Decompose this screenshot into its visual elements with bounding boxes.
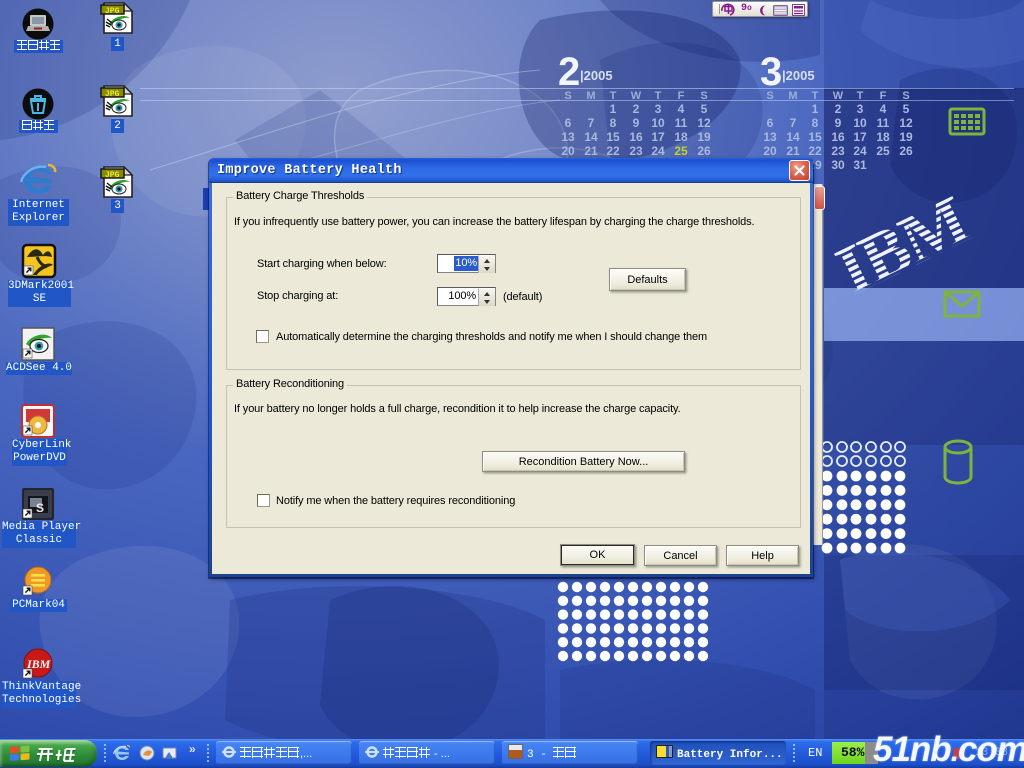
svg-text:15: 15 <box>808 130 822 144</box>
svg-text:30: 30 <box>831 158 845 172</box>
svg-text:13: 13 <box>763 130 777 144</box>
svg-text:|2005: |2005 <box>580 68 613 83</box>
svg-text:3: 3 <box>857 102 864 116</box>
svg-text:25: 25 <box>674 144 688 158</box>
svg-text:22: 22 <box>808 144 822 158</box>
svg-text:S: S <box>36 501 44 515</box>
svg-text:18: 18 <box>674 130 688 144</box>
svg-text:6: 6 <box>565 116 572 130</box>
svg-text:4: 4 <box>678 102 685 116</box>
svg-text:2: 2 <box>633 102 640 116</box>
svg-text:M: M <box>788 90 797 102</box>
svg-text:S: S <box>902 90 909 102</box>
svg-text:|2005: |2005 <box>782 68 815 83</box>
svg-text:6: 6 <box>767 116 774 130</box>
svg-text:24: 24 <box>651 144 665 158</box>
svg-text:T: T <box>812 90 819 102</box>
svg-text:14: 14 <box>584 130 598 144</box>
svg-text:15: 15 <box>606 130 620 144</box>
svg-text:3: 3 <box>655 102 662 116</box>
svg-text:8: 8 <box>812 116 819 130</box>
svg-text:19: 19 <box>697 130 711 144</box>
svg-text:W: W <box>833 90 844 102</box>
svg-text:21: 21 <box>584 144 598 158</box>
svg-text:10: 10 <box>651 116 665 130</box>
svg-text:1: 1 <box>812 102 819 116</box>
svg-text:11: 11 <box>877 116 890 130</box>
svg-text:17: 17 <box>853 130 867 144</box>
svg-text:S: S <box>700 90 707 102</box>
svg-text:23: 23 <box>629 144 643 158</box>
svg-text:11: 11 <box>675 116 688 130</box>
svg-text:19: 19 <box>899 130 913 144</box>
svg-text:T: T <box>857 90 864 102</box>
svg-text:16: 16 <box>831 130 845 144</box>
svg-text:S: S <box>564 90 571 102</box>
svg-text:F: F <box>880 90 887 102</box>
svg-text:9: 9 <box>835 116 842 130</box>
svg-text:2: 2 <box>558 50 580 94</box>
svg-text:8: 8 <box>610 116 617 130</box>
svg-text:26: 26 <box>899 144 913 158</box>
svg-text:1: 1 <box>610 102 617 116</box>
svg-text:23: 23 <box>831 144 845 158</box>
svg-text:21: 21 <box>786 144 800 158</box>
svg-text:9: 9 <box>633 116 640 130</box>
svg-text:16: 16 <box>629 130 643 144</box>
svg-text:13: 13 <box>561 130 575 144</box>
svg-text:5: 5 <box>701 102 708 116</box>
svg-text:5: 5 <box>903 102 910 116</box>
svg-text:7: 7 <box>790 116 797 130</box>
svg-text:3: 3 <box>760 50 782 94</box>
svg-text:22: 22 <box>606 144 620 158</box>
svg-text:T: T <box>655 90 662 102</box>
svg-text:24: 24 <box>853 144 867 158</box>
svg-text:T: T <box>610 90 617 102</box>
svg-text:20: 20 <box>763 144 777 158</box>
svg-text:12: 12 <box>899 116 913 130</box>
svg-text:M: M <box>586 90 595 102</box>
svg-text:25: 25 <box>876 144 890 158</box>
svg-text:31: 31 <box>853 158 867 172</box>
svg-text:S: S <box>766 90 773 102</box>
svg-text:12: 12 <box>697 116 711 130</box>
svg-text:18: 18 <box>876 130 890 144</box>
svg-text:4: 4 <box>880 102 887 116</box>
svg-text:2: 2 <box>835 102 842 116</box>
svg-text:7: 7 <box>588 116 595 130</box>
svg-text:F: F <box>678 90 685 102</box>
svg-text:W: W <box>631 90 642 102</box>
svg-text:14: 14 <box>786 130 800 144</box>
svg-text:26: 26 <box>697 144 711 158</box>
svg-text:20: 20 <box>561 144 575 158</box>
svg-text:17: 17 <box>651 130 665 144</box>
svg-text:10: 10 <box>853 116 867 130</box>
